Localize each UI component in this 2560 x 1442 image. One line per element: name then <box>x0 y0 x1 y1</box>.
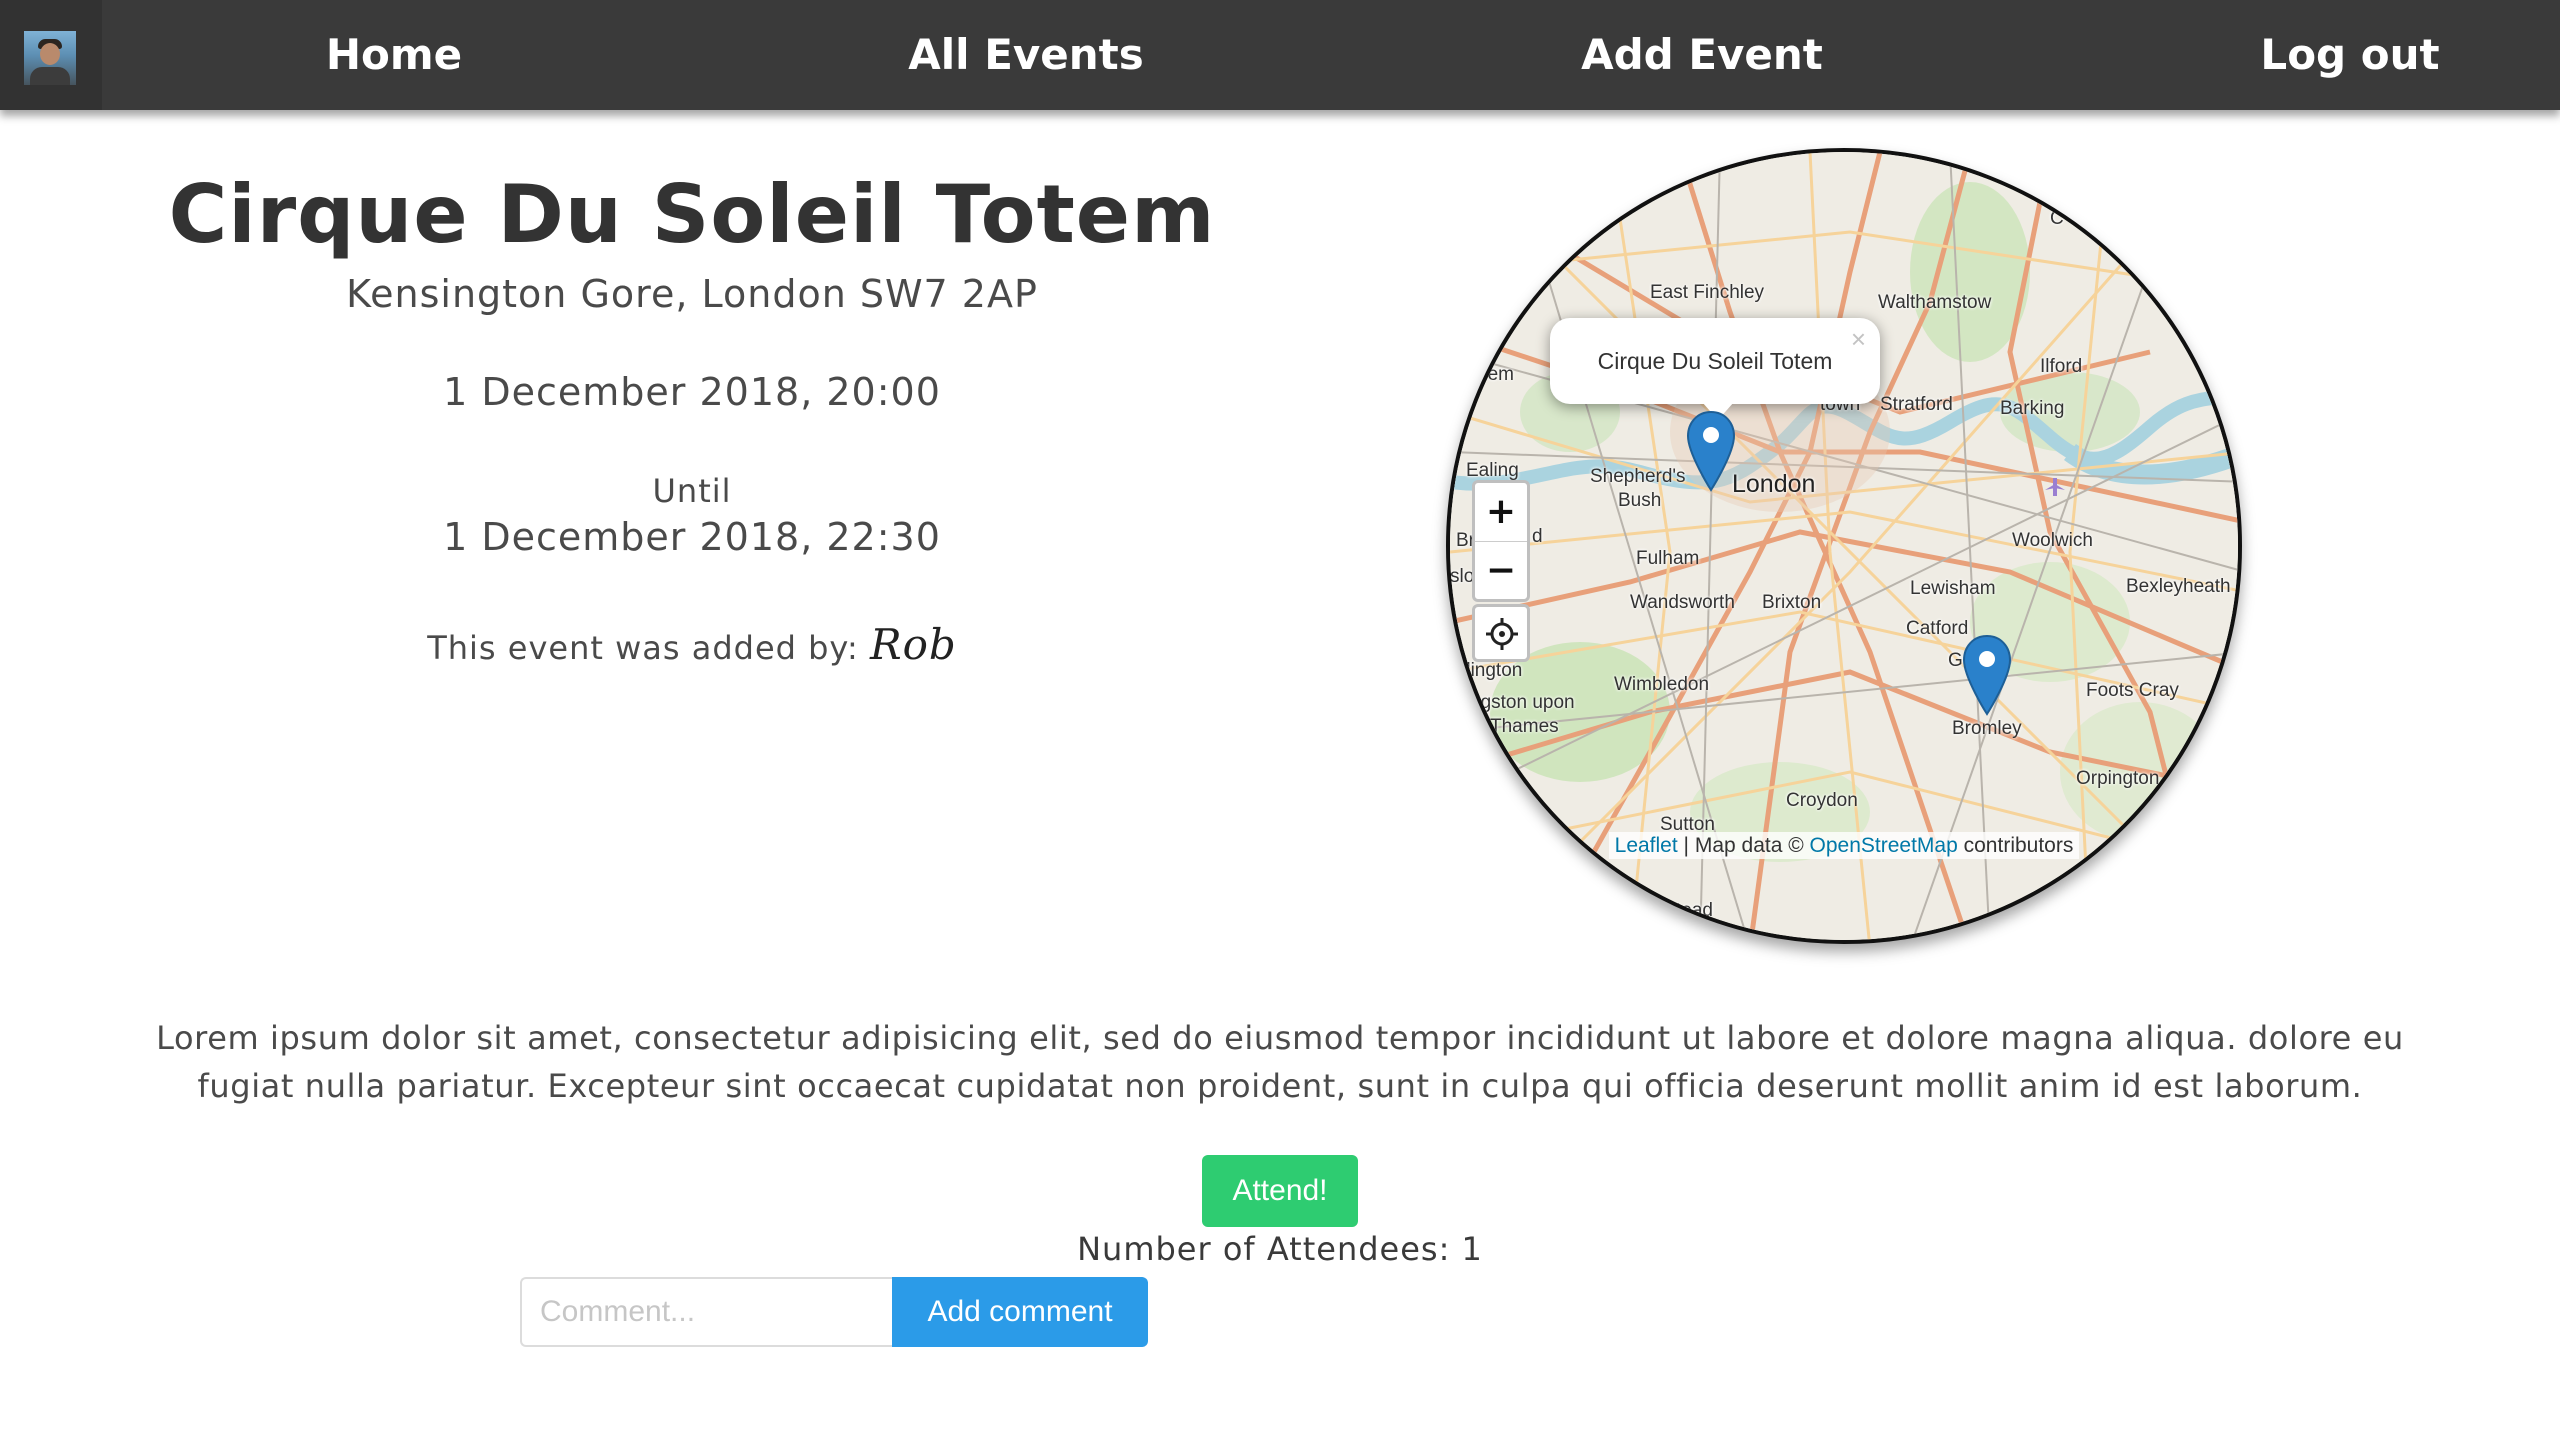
nav-add-event-link[interactable]: Add Event <box>1581 0 1823 110</box>
openstreetmap-link[interactable]: OpenStreetMap <box>1810 834 1958 857</box>
map-label-walthamstow: Walthamstow <box>1878 292 1992 313</box>
map-zoom-control: + − <box>1472 480 1530 602</box>
locate-button[interactable] <box>1472 604 1530 662</box>
map-popup: Cirque Du Soleil Totem × <box>1550 318 1880 420</box>
avatar[interactable] <box>24 31 76 85</box>
map-label-shepherds: Shepherd's <box>1590 466 1686 487</box>
map-label-lewisham: Lewisham <box>1910 578 1996 599</box>
map-label-croydon: Croydon <box>1786 790 1858 811</box>
event-marker-icon[interactable] <box>1686 410 1736 492</box>
map-label-wembley: Wem <box>1470 364 1514 385</box>
event-description: Lorem ipsum dolor sit amet, consectetur … <box>156 1019 2404 1105</box>
map-label-d: d <box>1532 526 1543 547</box>
map-attribution: Leaflet | Map data © OpenStreetMap contr… <box>1450 832 2238 859</box>
event-end-datetime: 1 December 2018, 22:30 <box>443 515 941 559</box>
map-label-east-finchley: East Finchley <box>1650 282 1765 303</box>
map-label-ealing: Ealing <box>1466 460 1519 481</box>
map-label-kingston-2: Thames <box>1490 716 1559 737</box>
map-label-slo: slo <box>1450 566 1475 587</box>
attribution-suffix: contributors <box>1957 834 2074 857</box>
added-by-line: This event was added by: Rob <box>427 620 957 669</box>
map-label-foots-cray: Foots Cray <box>2086 680 2179 701</box>
map-label-wandsworth: Wandsworth <box>1630 592 1735 613</box>
nav-all-events-link[interactable]: All Events <box>908 0 1143 110</box>
map-popup-text: Cirque Du Soleil Totem <box>1597 348 1833 374</box>
nav-logout-link[interactable]: Log out <box>2260 0 2439 110</box>
event-map[interactable]: East Finchley Walthamstow Wem Ilford Str… <box>1446 148 2242 944</box>
map-label-london: London <box>1732 470 1816 498</box>
map-label-bexleyheath: Bexleyheath <box>2126 576 2231 597</box>
crosshair-icon <box>1486 618 1518 650</box>
map-label-c: C <box>2050 208 2064 229</box>
map-label-woolwich: Woolwich <box>2012 530 2093 551</box>
top-navbar: Home All Events Add Event Log out <box>0 0 2560 110</box>
map-label-barking: Barking <box>2000 398 2065 419</box>
attend-button[interactable]: Attend! <box>1202 1155 1358 1227</box>
map-label-bush: Bush <box>1618 490 1662 511</box>
comment-input[interactable] <box>520 1277 892 1347</box>
add-comment-button[interactable]: Add comment <box>892 1277 1148 1347</box>
nav-home-link[interactable]: Home <box>326 0 462 110</box>
map-label-catford: Catford <box>1906 618 1969 639</box>
zoom-in-button[interactable]: + <box>1475 483 1527 542</box>
event-address: Kensington Gore, London SW7 2AP <box>346 272 1038 316</box>
zoom-out-button[interactable]: − <box>1475 542 1527 600</box>
attribution-separator: | Map data © <box>1677 834 1810 857</box>
added-by-user: Rob <box>869 620 957 669</box>
event-title: Cirque Du Soleil Totem <box>168 168 1216 261</box>
added-by-label: This event was added by: <box>427 629 859 667</box>
leaflet-link[interactable]: Leaflet <box>1615 834 1678 857</box>
map-label-stratford: Stratford <box>1880 394 1953 415</box>
map-popup-close-icon[interactable]: × <box>1851 324 1866 355</box>
attendee-count: Number of Attendees: 1 <box>1077 1230 1483 1268</box>
map-label-kingston-1: ngston upon <box>1470 692 1575 713</box>
map-label-brixton: Brixton <box>1762 592 1822 613</box>
map-label-fulham: Fulham <box>1636 548 1700 569</box>
map-label-dington: dington <box>1460 660 1523 681</box>
map-label-bromley: Bromley <box>1952 718 2022 739</box>
user-location-marker-icon[interactable] <box>1962 634 2012 716</box>
map-tiles <box>1450 152 2238 940</box>
map-label-ilford: Ilford <box>2040 356 2083 377</box>
map-label-wimbledon: Wimbledon <box>1614 674 1710 695</box>
map-label-orpington: Orpington <box>2076 768 2160 789</box>
avatar-container <box>0 0 102 110</box>
until-label: Until <box>652 472 732 510</box>
event-start-datetime: 1 December 2018, 20:00 <box>443 370 941 414</box>
map-label-stead: tead <box>1676 900 1713 921</box>
